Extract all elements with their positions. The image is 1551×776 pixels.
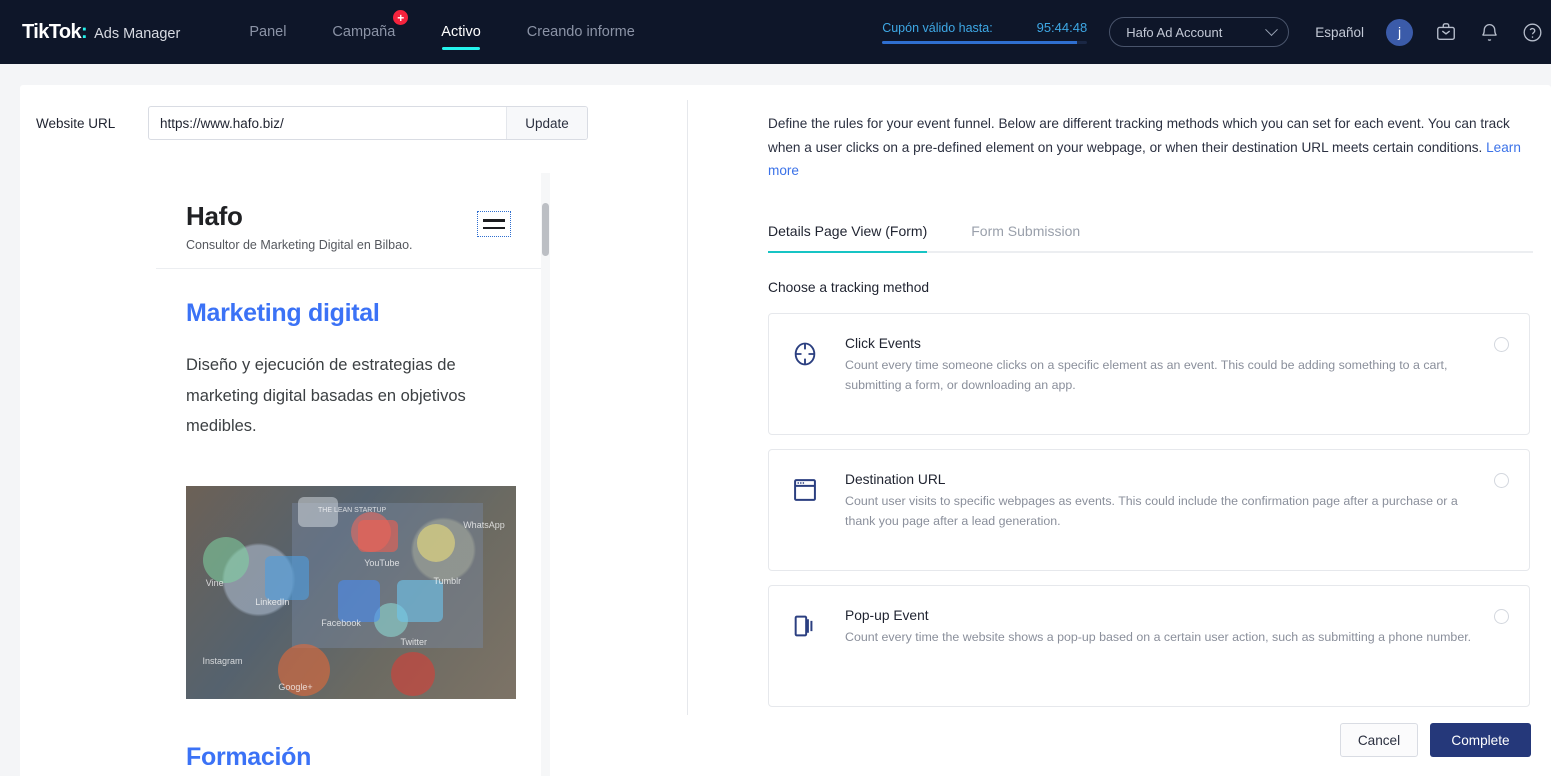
photo-label: Facebook — [321, 618, 361, 629]
ad-account-label: Hafo Ad Account — [1126, 24, 1223, 40]
nav-item-panel[interactable]: Panel — [226, 0, 309, 64]
plus-badge-icon: + — [393, 10, 409, 25]
preview-photo: Vine LinkedIn Facebook Instagram Google+… — [186, 486, 516, 700]
crosshair-icon — [791, 336, 825, 412]
main-content-card: Website URL Update Hafo Consultor de Mar… — [20, 85, 1551, 776]
coupon-progress-bar — [882, 41, 1088, 44]
language-label: Español — [1315, 24, 1364, 40]
preview-site-body: Marketing digital Diseño y ejecución de … — [156, 269, 541, 772]
coupon-label: Cupón válido hasta: — [882, 21, 993, 35]
notification-bell-icon[interactable] — [1479, 22, 1500, 43]
method-description: Count every time someone clicks on a spe… — [845, 358, 1448, 392]
chevron-down-icon — [1265, 22, 1279, 36]
photo-label: Google+ — [278, 682, 313, 693]
preview-scrollbar-thumb[interactable] — [542, 203, 549, 256]
method-title: Destination URL — [845, 472, 946, 487]
nav-item-creando-informe[interactable]: Creando informe — [504, 0, 658, 64]
burger-line — [483, 219, 505, 222]
method-description: Count every time the website shows a pop… — [845, 630, 1472, 644]
inbox-icon[interactable] — [1435, 21, 1457, 43]
coupon-progress-fill — [882, 41, 1077, 44]
avatar-initial: j — [1397, 24, 1402, 40]
tab-details-page-view[interactable]: Details Page View (Form) — [768, 223, 928, 253]
tracking-rules-panel: Define the rules for your event funnel. … — [768, 85, 1551, 776]
tiktok-wordmark: TikTok: — [22, 20, 88, 43]
help-icon[interactable] — [1522, 22, 1543, 43]
preview-paragraph-marketing-digital: Diseño y ejecución de estrategias de mar… — [186, 356, 466, 436]
radio-popup-event[interactable] — [1494, 609, 1509, 624]
update-button[interactable]: Update — [506, 107, 587, 139]
top-navigation-bar: TikTok: Ads Manager Panel Campaña + Acti… — [0, 0, 1551, 64]
radio-destination-url[interactable] — [1494, 473, 1509, 488]
website-url-label: Website URL — [36, 115, 116, 131]
browser-window-icon — [791, 472, 825, 548]
tab-label: Details Page View (Form) — [768, 223, 928, 239]
nav-item-campana[interactable]: Campaña + — [309, 0, 418, 64]
photo-label: Twitter — [400, 637, 428, 648]
website-url-row: Website URL Update — [36, 106, 588, 140]
website-preview-iframe[interactable]: Hafo Consultor de Marketing Digital en B… — [156, 173, 557, 776]
nav-item-label: Panel — [249, 24, 287, 40]
logo-colon-icon: : — [81, 20, 88, 43]
preview-scrollbar-track[interactable] — [541, 173, 550, 776]
burger-line — [483, 226, 505, 229]
photo-label: THE LEAN STARTUP — [318, 507, 387, 515]
complete-button[interactable]: Complete — [1430, 723, 1531, 757]
photo-label: Tumblr — [433, 575, 462, 586]
popup-icon — [791, 608, 825, 684]
photo-label: WhatsApp — [463, 520, 505, 531]
preview-site-header: Hafo Consultor de Marketing Digital en B… — [156, 173, 541, 269]
website-preview-panel: Website URL Update Hafo Consultor de Mar… — [20, 85, 687, 776]
method-title: Pop-up Event — [845, 608, 929, 623]
nav-item-label: Campaña — [332, 24, 396, 40]
photo-label: YouTube — [364, 558, 400, 569]
brand-logo[interactable]: TikTok: Ads Manager — [22, 21, 180, 44]
tracking-method-popup-event[interactable]: Pop-up Event Count every time the websit… — [768, 585, 1530, 707]
coupon-timer: Cupón válido hasta: 95:44:48 — [882, 20, 1088, 44]
website-url-input[interactable] — [149, 107, 506, 139]
tab-label: Form Submission — [971, 223, 1081, 239]
preview-heading-formacion: Formación — [186, 743, 312, 772]
language-selector[interactable]: Español — [1315, 25, 1364, 40]
tracking-method-destination-url[interactable]: Destination URL Count user visits to spe… — [768, 449, 1530, 571]
event-tabs: Details Page View (Form) Form Submission — [768, 223, 1533, 253]
photo-label: Instagram — [202, 656, 243, 667]
preview-site-subtitle: Consultor de Marketing Digital en Bilbao… — [186, 238, 413, 252]
radio-click-events[interactable] — [1494, 337, 1509, 352]
nav-right-cluster: Cupón válido hasta: 95:44:48 Hafo Ad Acc… — [882, 0, 1551, 64]
intro-paragraph: Define the rules for your event funnel. … — [768, 116, 1510, 155]
nav-item-label: Activo — [441, 24, 481, 40]
intro-text: Define the rules for your event funnel. … — [768, 112, 1530, 183]
primary-nav: Panel Campaña + Activo Creando informe — [226, 0, 657, 64]
hamburger-menu-icon[interactable] — [477, 211, 511, 237]
nav-item-label: Creando informe — [526, 24, 635, 40]
website-url-field-group: Update — [148, 106, 588, 140]
photo-label: LinkedIn — [255, 596, 290, 607]
photo-label: Vine — [205, 577, 224, 588]
choose-tracking-method-label: Choose a tracking method — [768, 280, 930, 295]
ad-account-selector[interactable]: Hafo Ad Account — [1109, 17, 1290, 47]
method-description: Count user visits to specific webpages a… — [845, 494, 1458, 528]
tab-form-submission[interactable]: Form Submission — [971, 223, 1080, 251]
panel-divider — [687, 100, 688, 715]
nav-item-activo[interactable]: Activo — [418, 0, 504, 64]
coupon-countdown: 95:44:48 — [1036, 20, 1088, 35]
avatar[interactable]: j — [1386, 18, 1413, 46]
tracking-method-click-events[interactable]: Click Events Count every time someone cl… — [768, 313, 1530, 435]
footer-actions: Cancel Complete — [1340, 723, 1531, 757]
preview-site-title: Hafo — [186, 201, 243, 231]
cancel-button[interactable]: Cancel — [1340, 723, 1418, 757]
ads-manager-label: Ads Manager — [94, 25, 181, 42]
method-title: Click Events — [845, 336, 921, 351]
preview-heading-marketing-digital: Marketing digital — [186, 299, 380, 327]
